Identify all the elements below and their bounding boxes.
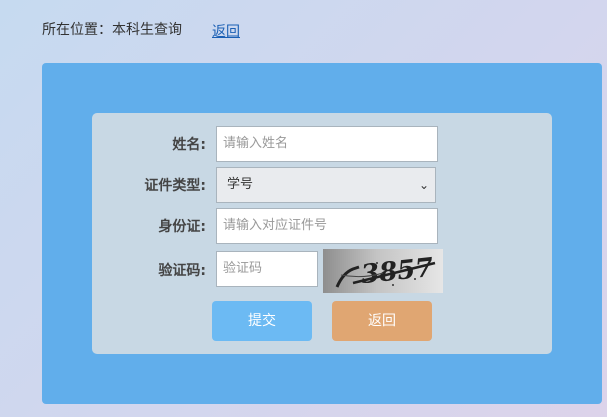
id-number-input[interactable]: 请输入对应证件号	[216, 208, 438, 244]
name-label: 姓名:	[172, 137, 206, 153]
back-button[interactable]: 返回	[332, 301, 432, 341]
captcha-label: 验证码:	[158, 263, 206, 279]
breadcrumb: 所在位置：本科生查询	[42, 22, 182, 38]
id-type-label: 证件类型:	[144, 178, 206, 194]
captcha-image[interactable]: 3857	[323, 249, 443, 293]
captcha-input[interactable]: 验证码	[216, 251, 318, 287]
captcha-graphic: 3857	[335, 253, 436, 290]
id-type-value: 学号	[227, 177, 254, 192]
breadcrumb-back-link[interactable]: 返回	[212, 22, 240, 42]
id-type-select[interactable]: 学号 ⌄	[216, 167, 436, 203]
submit-button[interactable]: 提交	[212, 301, 312, 341]
name-input[interactable]: 请输入姓名	[216, 126, 438, 162]
id-number-label: 身份证:	[158, 219, 206, 235]
chevron-down-icon: ⌄	[418, 178, 429, 192]
